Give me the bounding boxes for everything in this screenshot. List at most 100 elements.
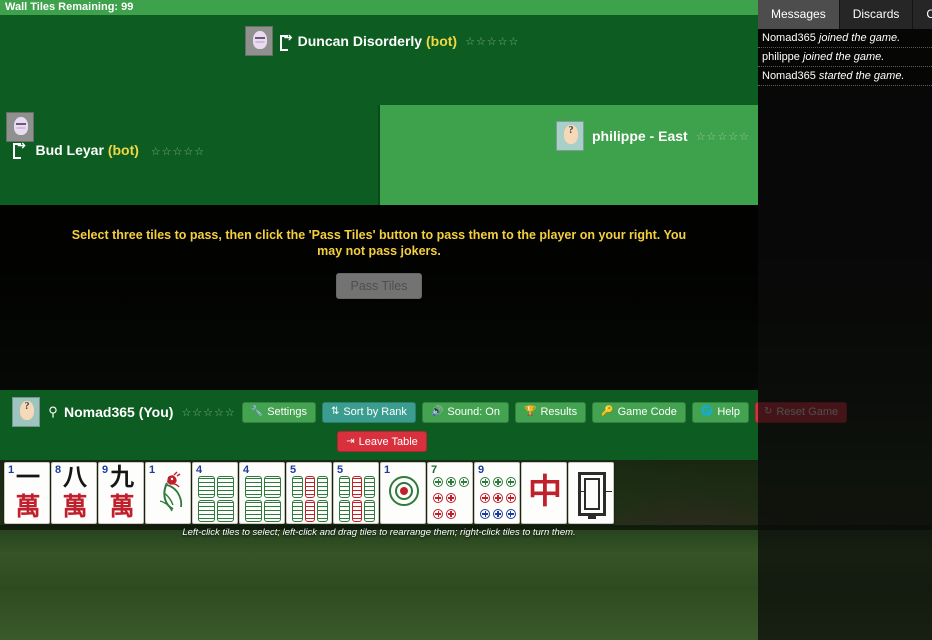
bamboo-stick bbox=[198, 476, 215, 498]
dot-circle bbox=[505, 509, 516, 519]
leave-table-button[interactable]: ⇥ Leave Table bbox=[337, 431, 427, 452]
exit-door-icon: ⇥ bbox=[346, 435, 355, 447]
bamboo-stick bbox=[217, 500, 234, 522]
bot-tag: (bot) bbox=[107, 142, 139, 158]
rack-hint-text: Left-click tiles to select; left-click a… bbox=[182, 527, 576, 538]
dot-circle bbox=[458, 477, 469, 487]
chat-author: Nomad365 bbox=[762, 32, 816, 44]
tile-9-crak[interactable]: 9九萬 bbox=[98, 462, 144, 524]
tile-5-bam[interactable]: 5 bbox=[333, 462, 379, 524]
dot-circle bbox=[433, 509, 444, 519]
globe-icon: 🌐 bbox=[700, 406, 714, 417]
tile-1-dot[interactable]: 1 bbox=[380, 462, 426, 524]
bamboo-stick bbox=[351, 500, 363, 522]
tile-5-bam[interactable]: 5 bbox=[286, 462, 332, 524]
help-label: Help bbox=[717, 406, 740, 418]
bamboo-stick bbox=[292, 500, 303, 522]
rating-stars-right: ☆☆☆☆☆ bbox=[695, 130, 750, 143]
instruction-text: Select three tiles to pass, then click t… bbox=[71, 228, 687, 258]
mahjong-game-screen: Wall Tiles Remaining: 99 Duncan Disorder… bbox=[0, 0, 932, 640]
chat-tabs[interactable]: MessagesDiscardsCar bbox=[758, 0, 932, 29]
wall-tiles-remaining: Wall Tiles Remaining: 99 bbox=[0, 0, 758, 15]
speaker-icon: 🔊 bbox=[430, 406, 444, 417]
results-button[interactable]: 🏆 Results bbox=[514, 401, 587, 423]
dot-circle bbox=[389, 476, 419, 506]
pass-tiles-button[interactable]: Pass Tiles bbox=[336, 273, 422, 299]
rating-stars-top: ☆☆☆☆☆ bbox=[465, 35, 520, 48]
results-label: Results bbox=[540, 406, 578, 418]
player-name-right: philippe - East bbox=[592, 128, 688, 144]
chat-message: Nomad365 started the game. bbox=[758, 67, 932, 86]
trophy-icon: 🏆 bbox=[523, 406, 537, 417]
chat-message-list: Nomad365 joined the game. philippe joined… bbox=[758, 29, 932, 86]
chat-panel: MessagesDiscardsCar Nomad365 joined the … bbox=[758, 0, 932, 640]
bamboo-stick bbox=[198, 500, 215, 522]
bamboo-stick bbox=[339, 476, 350, 498]
pin-icon: ⚲ bbox=[48, 404, 58, 419]
dot-circle bbox=[433, 477, 444, 487]
tile-glyph-top: 一 bbox=[16, 465, 40, 491]
dot-circle bbox=[505, 477, 516, 487]
seat-right-player[interactable]: philippe - East ☆☆☆☆☆ bbox=[378, 105, 758, 205]
sort-by-rank-label: Sort by Rank bbox=[343, 406, 407, 418]
chat-action: joined the game. bbox=[815, 32, 901, 44]
tile-4-bam[interactable]: 4 bbox=[192, 462, 238, 524]
dot-circle bbox=[492, 493, 503, 503]
key-icon: 🔑 bbox=[601, 406, 614, 417]
chat-tab-messages[interactable]: Messages bbox=[758, 0, 840, 29]
tile-glyph-bottom: 萬 bbox=[62, 494, 88, 521]
bamboo-stick bbox=[217, 476, 234, 498]
sort-by-rank-button[interactable]: ⇅ Sort by Rank bbox=[321, 401, 416, 423]
tile-4-bam[interactable]: 4 bbox=[239, 462, 285, 524]
game-code-label: Game Code bbox=[617, 406, 677, 418]
tile-glyph-top: 八 bbox=[63, 465, 87, 491]
tile-1-bam[interactable]: 1 bbox=[145, 462, 191, 524]
seat-top-player[interactable]: Duncan Disorderly (bot) ☆☆☆☆☆ bbox=[0, 15, 758, 105]
bamboo-stick bbox=[264, 476, 281, 498]
seat-left-player[interactable]: Bud Leyar (bot) ☆☆☆☆☆ bbox=[0, 105, 378, 205]
bamboo-stick bbox=[364, 476, 375, 498]
dot-circle bbox=[492, 477, 503, 487]
chat-author: philippe bbox=[762, 51, 800, 63]
tile-glyph-top: 九 bbox=[110, 465, 134, 491]
tile-white-dragon-soap[interactable] bbox=[568, 462, 614, 524]
sound-toggle-button[interactable]: 🔊 Sound: On bbox=[421, 401, 509, 423]
game-table: Duncan Disorderly (bot) ☆☆☆☆☆ Bud Leyar … bbox=[0, 15, 758, 205]
tile-rank: 5 bbox=[337, 464, 344, 476]
tile-glyph-bottom: 萬 bbox=[109, 494, 135, 521]
dot-circle bbox=[445, 477, 456, 487]
your-player-bar: ⚲ Nomad365 (You) ☆☆☆☆☆ 🔧 Settings ⇅ Sort… bbox=[0, 390, 848, 460]
tile-rank: 1 bbox=[384, 464, 391, 476]
dot-circle bbox=[480, 493, 491, 503]
tile-rack[interactable]: 1一萬8八萬9九萬14455179中 bbox=[4, 462, 614, 524]
human-avatar bbox=[12, 397, 40, 427]
tile-red-dragon[interactable]: 中 bbox=[521, 462, 567, 524]
tile-7-dot[interactable]: 7 bbox=[427, 462, 473, 524]
settings-button[interactable]: 🔧 Settings bbox=[241, 401, 316, 423]
chat-tab-discards[interactable]: Discards bbox=[839, 0, 914, 29]
player-name-top: Duncan Disorderly (bot) bbox=[298, 33, 457, 49]
bamboo-stick bbox=[317, 500, 328, 522]
tile-9-dot[interactable]: 9 bbox=[474, 462, 520, 524]
bamboo-stick bbox=[264, 500, 281, 522]
bamboo-stick bbox=[245, 476, 262, 498]
dot-circle bbox=[505, 493, 516, 503]
chat-tab-car[interactable]: Car bbox=[913, 0, 932, 29]
bamboo-stick bbox=[317, 476, 328, 498]
rating-stars-bottom: ☆☆☆☆☆ bbox=[181, 406, 236, 419]
chat-author: Nomad365 bbox=[762, 70, 816, 82]
game-code-button[interactable]: 🔑 Game Code bbox=[592, 401, 686, 423]
tile-rank: 4 bbox=[196, 464, 203, 476]
tile-1-crak[interactable]: 1一萬 bbox=[4, 462, 50, 524]
wrench-icon: 🔧 bbox=[250, 406, 264, 417]
dot-circle bbox=[480, 509, 491, 519]
bot-tag: (bot) bbox=[425, 33, 458, 49]
tile-8-crak[interactable]: 8八萬 bbox=[51, 462, 97, 524]
chat-message: Nomad365 joined the game. bbox=[758, 29, 932, 48]
dot-circle bbox=[445, 493, 456, 503]
chat-action: joined the game. bbox=[799, 51, 885, 63]
dot-circle bbox=[445, 509, 456, 519]
help-button[interactable]: 🌐 Help bbox=[691, 401, 749, 423]
bamboo-stick bbox=[364, 500, 375, 522]
player-name-left: Bud Leyar (bot) bbox=[35, 142, 142, 158]
